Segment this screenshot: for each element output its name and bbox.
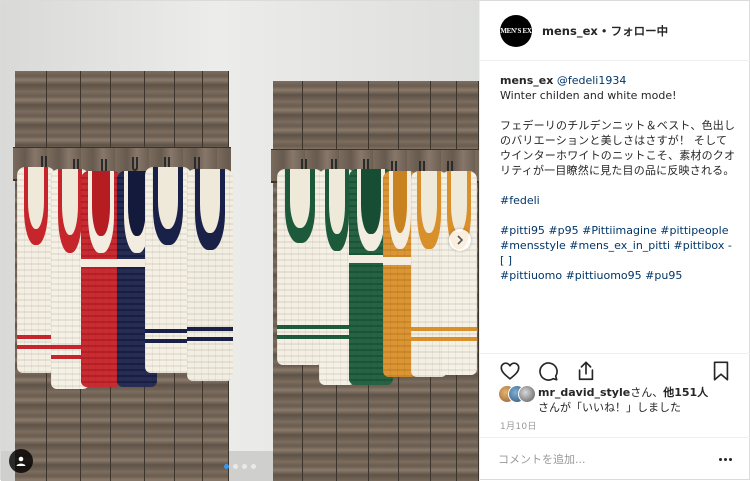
heart-icon	[500, 362, 520, 380]
header-text: mens_ex • フォロー中	[542, 23, 668, 39]
next-image-button[interactable]	[449, 229, 471, 251]
actions-divider	[480, 353, 750, 354]
like-button[interactable]	[498, 359, 522, 383]
share-icon	[578, 361, 594, 381]
carousel-indicator	[1, 464, 479, 469]
more-options-button[interactable]	[715, 450, 735, 470]
sweater-cream-mustard-2	[441, 171, 477, 375]
sweater-cream-red	[17, 167, 55, 373]
account-username[interactable]: mens_ex	[542, 24, 598, 38]
save-button[interactable]	[709, 359, 733, 383]
caption-username[interactable]: mens_ex	[500, 74, 553, 87]
hashtags-line-1[interactable]: #pitti95 #p95 #Pittiimagine #pittipeople…	[500, 223, 737, 268]
post-side-panel: MEN'S EX mens_ex • フォロー中 mens_ex @fedeli19…	[479, 1, 750, 481]
liker-username[interactable]: mr_david_style	[538, 386, 630, 399]
liker-avatars[interactable]	[498, 385, 538, 405]
user-tag-button[interactable]	[9, 449, 33, 473]
account-avatar[interactable]: MEN'S EX	[500, 14, 532, 47]
likes-suffix: さん、	[630, 386, 664, 399]
sweater-red	[81, 171, 121, 387]
comment-bar	[480, 437, 750, 481]
sweater-cream-green	[277, 169, 323, 365]
likes-text: mr_david_styleさん、他151人 さんが「いいね！」しました	[538, 385, 708, 415]
hook	[132, 157, 138, 171]
post-header: MEN'S EX mens_ex • フォロー中	[480, 1, 750, 61]
carousel-dot	[224, 464, 229, 469]
carousel-dot	[233, 464, 238, 469]
more-icon	[718, 458, 722, 461]
sweater-cream-navy	[145, 167, 191, 373]
caption-mention-link[interactable]: @fedeli1934	[557, 74, 627, 87]
sweater-cream-navy-2	[187, 169, 233, 381]
separator-dot: •	[600, 23, 608, 38]
likes-line-2: さんが「いいね！」しました	[538, 401, 681, 414]
action-bar	[498, 357, 733, 385]
comment-button[interactable]	[536, 359, 560, 383]
chevron-right-icon	[457, 235, 464, 245]
comment-icon	[539, 362, 558, 381]
carousel-dot	[242, 464, 247, 469]
likes-summary: mr_david_styleさん、他151人 さんが「いいね！」しました	[498, 385, 741, 415]
post-photo[interactable]	[1, 1, 479, 481]
comment-input[interactable]	[498, 453, 715, 466]
bookmark-icon	[713, 361, 729, 381]
follow-status-button[interactable]: フォロー中	[611, 24, 669, 38]
instagram-post: MEN'S EX mens_ex • フォロー中 mens_ex @fedeli19…	[0, 0, 750, 481]
caption-body: フェデーリのチルデンニット＆ベスト、色出しのバリエーションと美しさはさすが！ そ…	[500, 119, 736, 177]
carousel-dot	[251, 464, 256, 469]
post-date[interactable]: 1月10日	[500, 419, 537, 432]
hashtags-line-2[interactable]: #pittiuomo #pittiuomo95 #pu95	[500, 268, 737, 283]
likes-others-count[interactable]: 他151人	[663, 386, 708, 399]
caption: mens_ex @fedeli1934 Winter childen and w…	[500, 73, 737, 283]
avatar	[518, 385, 536, 403]
caption-title: Winter childen and white mode!	[500, 89, 677, 102]
share-button[interactable]	[574, 359, 598, 383]
brand-hashtag-link[interactable]: #fedeli	[500, 193, 737, 208]
